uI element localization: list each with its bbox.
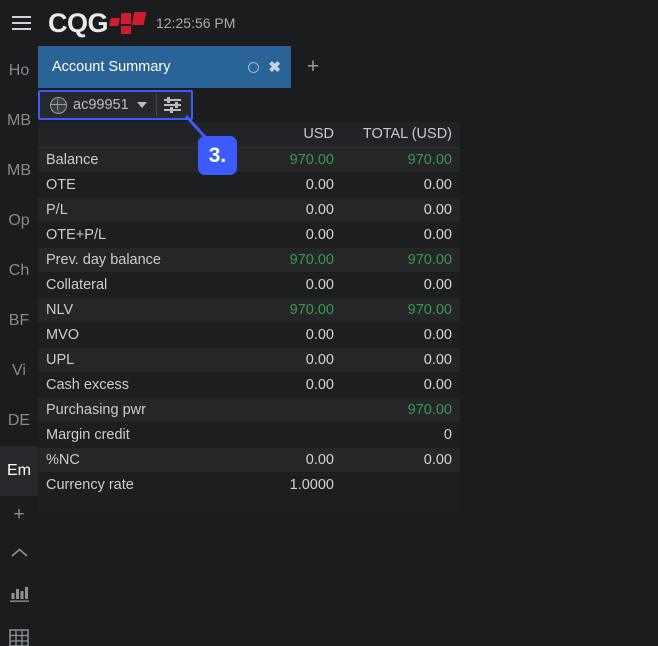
table-row[interactable]: Purchasing pwr 970.00 [38,397,460,423]
row-label: Margin credit [38,422,242,448]
table-row[interactable]: Collateral 0.00 0.00 [38,272,460,298]
row-label: OTE+P/L [38,222,242,248]
account-globe-icon [50,96,67,114]
rail-item-1[interactable]: MB [0,96,38,146]
cell-usd: 970.00 [242,297,342,323]
cell-usd: 970.00 [242,147,342,173]
cell-total: 970.00 [342,297,460,323]
table-header-row: USD TOTAL (USD) [38,122,460,148]
cell-usd: 0.00 [242,272,342,298]
cell-total: 970.00 [342,147,460,173]
account-summary-table: USD TOTAL (USD) Balance 970.00 970.00 OTE 0.… [38,122,460,511]
chevron-down-icon[interactable] [136,102,147,108]
rail-item-3[interactable]: Op [0,196,38,246]
rail-item-0[interactable]: Ho [0,46,38,96]
table-row[interactable]: Currency rate 1.0000 [38,472,460,498]
table-row[interactable]: UPL 0.00 0.00 [38,347,460,373]
cell-total: 0.00 [342,197,460,223]
cell-usd [242,422,342,448]
table-row[interactable]: Margin credit 0 [38,422,460,448]
table-row[interactable]: %NC 0.00 0.00 [38,447,460,473]
top-bar: CQG 12:25:56 PM [0,0,658,46]
table-row[interactable]: MVO 0.00 0.00 [38,322,460,348]
rail-item-4[interactable]: Ch [0,246,38,296]
left-rail: Ho MB MB Op Ch BF Vi DE Em + [0,46,38,646]
rail-item-5[interactable]: BF [0,296,38,346]
cell-total: 0.00 [342,347,460,373]
table-row[interactable]: Balance 970.00 970.00 [38,147,460,173]
rail-item-6[interactable]: Vi [0,346,38,396]
callout-step-badge: 3. [198,136,237,175]
tab-close-icon[interactable]: ✖ [268,60,281,75]
cell-usd: 0.00 [242,322,342,348]
cqg-logo: CQG [48,7,147,38]
tab-status-circle-icon[interactable] [248,61,260,73]
table-row[interactable]: OTE+P/L 0.00 0.00 [38,222,460,248]
cell-usd [242,397,342,423]
row-label: OTE [38,172,242,198]
tab-bar: Account Summary ✖ + [38,46,658,88]
clock-display: 12:25:56 PM [156,15,236,31]
row-label: %NC [38,447,242,473]
rail-item-8[interactable]: Em [0,446,38,496]
cell-total: 0 [342,422,460,448]
row-label: UPL [38,347,242,373]
row-label: Purchasing pwr [38,397,242,423]
rail-item-2[interactable]: MB [0,146,38,196]
cell-usd: 970.00 [242,247,342,273]
row-label: Cash excess [38,372,242,398]
grid-icon[interactable] [0,616,38,646]
row-label: MVO [38,322,242,348]
column-header-total[interactable]: TOTAL (USD) [342,122,460,148]
cell-total: 0.00 [342,322,460,348]
cell-usd: 0.00 [242,172,342,198]
tab-label: Account Summary [52,59,171,75]
logo-mark-icon [109,10,147,36]
table-row[interactable]: Cash excess 0.00 0.00 [38,372,460,398]
table-row[interactable]: Prev. day balance 970.00 970.00 [38,247,460,273]
chevron-up-icon[interactable] [0,534,38,572]
cell-total: 970.00 [342,247,460,273]
cell-usd: 0.00 [242,197,342,223]
table-body: Balance 970.00 970.00 OTE 0.00 0.00 P/L 0.00 0.0… [38,147,460,511]
rail-add-button[interactable]: + [0,496,38,534]
bar-chart-icon[interactable] [0,572,38,616]
table-row[interactable]: OTE 0.00 0.00 [38,172,460,198]
table-row[interactable]: P/L 0.00 0.00 [38,197,460,223]
table-footer-spacer [38,497,460,511]
cell-usd: 0.00 [242,347,342,373]
rail-item-7[interactable]: DE [0,396,38,446]
cell-usd: 0.00 [242,372,342,398]
cell-usd: 0.00 [242,447,342,473]
cell-usd: 1.0000 [242,472,342,498]
cell-total: 0.00 [342,447,460,473]
row-label: P/L [38,197,242,223]
cell-total: 970.00 [342,397,460,423]
table-row[interactable]: NLV 970.00 970.00 [38,297,460,323]
row-label: Collateral [38,272,242,298]
cell-total: 0.00 [342,172,460,198]
logo-text: CQG [48,7,109,38]
column-header-usd[interactable]: USD [242,122,342,148]
cell-total: 0.00 [342,222,460,248]
account-toolbar: ac99951 [38,88,658,122]
cell-total: 0.00 [342,372,460,398]
row-label: Prev. day balance [38,247,242,273]
hamburger-menu-icon[interactable] [0,0,42,46]
row-label: NLV [38,297,242,323]
table-header: USD TOTAL (USD) [38,122,460,148]
add-tab-button[interactable]: + [291,46,335,88]
cell-total [342,472,460,498]
row-label: Currency rate [38,472,242,498]
cell-total: 0.00 [342,272,460,298]
tab-account-summary[interactable]: Account Summary ✖ [38,46,291,88]
account-name: ac99951 [73,97,129,113]
application-window: CQG 12:25:56 PM Ho MB MB Op Ch BF Vi DE … [0,0,658,646]
cell-usd: 0.00 [242,222,342,248]
account-selector[interactable]: ac99951 [38,90,193,120]
